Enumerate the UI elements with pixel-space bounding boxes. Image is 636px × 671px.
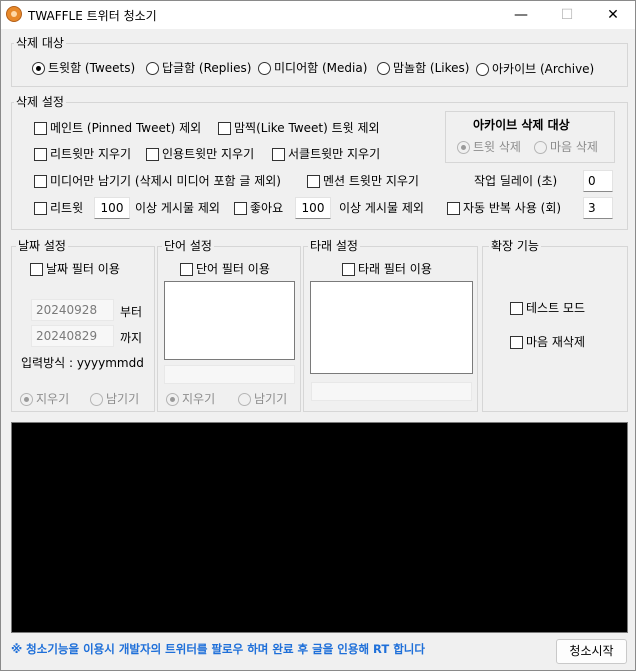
thread-filter-textarea[interactable]	[310, 281, 473, 374]
target-archive-radio[interactable]: 아카이브 (Archive)	[476, 62, 594, 76]
checkbox-icon	[180, 262, 193, 276]
threads-only-checkbox[interactable]: 서클트윗만 지우기	[272, 147, 380, 161]
date-format-hint: 입력방식 : yyyymmdd	[21, 356, 144, 370]
thread-filter-checkbox[interactable]: 타래 필터 이용	[342, 262, 432, 276]
close-icon[interactable]: ✕	[590, 1, 636, 29]
thread-settings-legend: 타래 설정	[308, 239, 360, 253]
radio-selected-icon	[20, 392, 33, 406]
date-to-label: 까지	[120, 331, 143, 345]
delay-input[interactable]: 0	[583, 170, 613, 192]
redelete-likes-checkbox[interactable]: 마음 재삭제	[510, 335, 585, 349]
minimize-icon[interactable]: —	[498, 1, 544, 29]
start-cleaning-button[interactable]: 청소시작	[556, 639, 627, 664]
word-delete-radio[interactable]: 지우기	[166, 392, 215, 406]
delay-label: 작업 딜레이 (초)	[474, 174, 558, 188]
word-settings-legend: 단어 설정	[162, 239, 214, 253]
likes-threshold-input[interactable]: 100	[295, 197, 331, 219]
extensions-group	[482, 246, 628, 412]
radio-icon	[146, 61, 159, 75]
retweets-only-checkbox[interactable]: 리트윗만 지우기	[34, 147, 131, 161]
archive-target-title: 아카이브 삭제 대상	[473, 118, 570, 132]
date-keep-radio[interactable]: 남기기	[90, 392, 139, 406]
word-keep-radio[interactable]: 남기기	[238, 392, 287, 406]
date-filter-checkbox[interactable]: 날짜 필터 이용	[30, 262, 120, 276]
radio-icon	[238, 392, 251, 406]
radio-selected-icon	[32, 61, 45, 75]
radio-icon	[258, 61, 271, 75]
archive-likes-radio[interactable]: 마음 삭제	[534, 140, 598, 154]
checkbox-icon	[510, 335, 523, 349]
date-settings-legend: 날짜 설정	[16, 239, 68, 253]
exclude-pinned-checkbox[interactable]: 메인트 (Pinned Tweet) 제외	[34, 121, 201, 135]
repeat-count-input[interactable]: 3	[583, 197, 613, 219]
word-add-input[interactable]	[164, 365, 295, 384]
radio-selected-icon	[457, 140, 470, 154]
checkbox-icon	[342, 262, 355, 276]
target-replies-radio[interactable]: 답글함 (Replies)	[146, 61, 251, 75]
mentions-only-checkbox[interactable]: 멘션 트윗만 지우기	[307, 174, 419, 188]
media-only-checkbox[interactable]: 미디어만 남기기 (삭제시 미디어 포함 글 제외)	[34, 174, 281, 188]
target-likes-radio[interactable]: 맘놀함 (Likes)	[377, 61, 469, 75]
radio-icon	[476, 62, 489, 76]
checkbox-icon	[34, 201, 47, 215]
radio-icon	[377, 61, 390, 75]
archive-tweets-radio[interactable]: 트윗 삭제	[457, 140, 521, 154]
date-to-input[interactable]: 20240829	[31, 325, 114, 347]
test-mode-checkbox[interactable]: 테스트 모드	[510, 301, 585, 315]
footer-notice: ※ 청소기능을 이용시 개발자의 트위터를 팔로우 하며 완료 후 글을 인용해…	[11, 642, 425, 656]
exclude-like-tweet-checkbox[interactable]: 맘찍(Like Tweet) 트윗 제외	[218, 121, 380, 135]
window-title: TWAFFLE 트위터 청소기	[28, 9, 157, 23]
date-from-input[interactable]: 20240928	[31, 299, 114, 321]
thread-add-input[interactable]	[311, 382, 472, 401]
title-bar: TWAFFLE 트위터 청소기 — ☐ ✕	[1, 1, 635, 29]
checkbox-icon	[272, 147, 285, 161]
word-filter-checkbox[interactable]: 단어 필터 이용	[180, 262, 270, 276]
checkbox-icon	[510, 301, 523, 315]
checkbox-icon	[234, 201, 247, 215]
retweet-threshold-suffix: 이상 게시물 제외	[135, 201, 220, 215]
likes-threshold-checkbox[interactable]: 좋아요	[234, 201, 283, 215]
radio-icon	[90, 392, 103, 406]
radio-icon	[534, 140, 547, 154]
app-window: TWAFFLE 트위터 청소기 — ☐ ✕ 삭제 대상 트윗함 (Tweets)…	[0, 0, 636, 671]
checkbox-icon	[34, 121, 47, 135]
delete-target-legend: 삭제 대상	[14, 36, 66, 50]
quotes-only-checkbox[interactable]: 인용트윗만 지우기	[146, 147, 254, 161]
checkbox-icon	[34, 147, 47, 161]
checkbox-icon	[34, 174, 47, 188]
log-output[interactable]	[11, 422, 628, 633]
maximize-icon[interactable]: ☐	[544, 1, 590, 29]
checkbox-icon	[30, 262, 43, 276]
checkbox-icon	[447, 201, 460, 215]
checkbox-icon	[307, 174, 320, 188]
retweet-threshold-input[interactable]: 100	[94, 197, 130, 219]
date-from-label: 부터	[120, 305, 143, 319]
likes-threshold-suffix: 이상 게시물 제외	[339, 201, 424, 215]
target-tweets-radio[interactable]: 트윗함 (Tweets)	[32, 61, 135, 75]
date-delete-radio[interactable]: 지우기	[20, 392, 69, 406]
checkbox-icon	[218, 121, 231, 135]
delete-settings-legend: 삭제 설정	[14, 95, 66, 109]
app-logo-icon	[6, 6, 22, 22]
extensions-legend: 확장 기능	[489, 239, 541, 253]
checkbox-icon	[146, 147, 159, 161]
word-filter-textarea[interactable]	[164, 281, 295, 360]
retweet-threshold-checkbox[interactable]: 리트윗	[34, 201, 83, 215]
auto-repeat-checkbox[interactable]: 자동 반복 사용 (회)	[447, 201, 561, 215]
radio-selected-icon	[166, 392, 179, 406]
target-media-radio[interactable]: 미디어함 (Media)	[258, 61, 367, 75]
